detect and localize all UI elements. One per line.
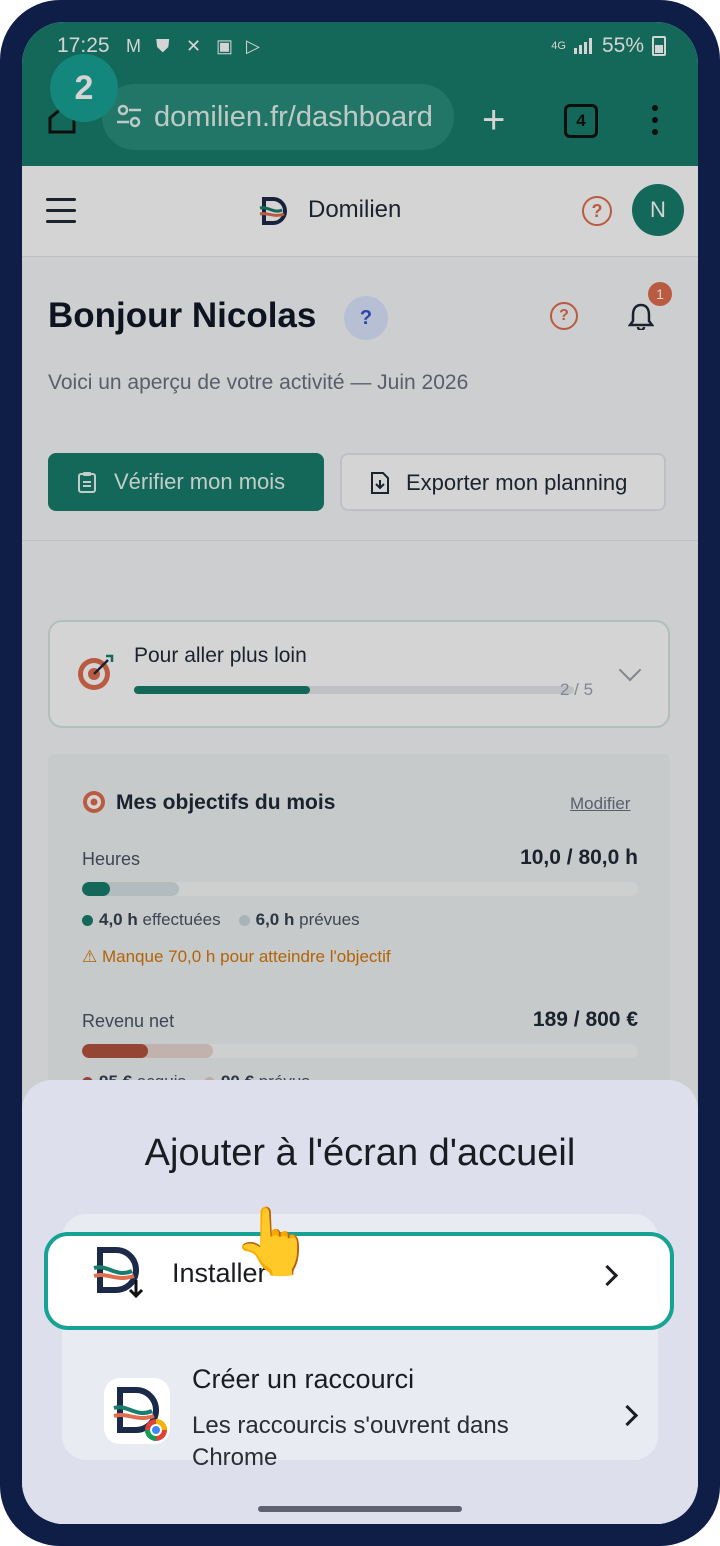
chevron-right-icon — [596, 1264, 619, 1287]
sheet-title: Ajouter à l'écran d'accueil — [144, 1132, 576, 1174]
create-shortcut-label: Créer un raccourci — [192, 1364, 415, 1394]
device-frame: 17:25 M ⛊ ✕ ▣ ▷ 4G 55% domilien.fr/dashb… — [0, 0, 720, 1546]
pointing-hand-icon: 👆 — [232, 1204, 315, 1278]
install-app-icon — [84, 1238, 150, 1304]
install-option[interactable]: Installer — [44, 1232, 674, 1330]
gesture-bar[interactable] — [258, 1506, 462, 1512]
shortcut-app-icon — [104, 1378, 170, 1444]
create-shortcut-description: Les raccourcis s'ouvrent dans Chrome — [192, 1412, 509, 1471]
